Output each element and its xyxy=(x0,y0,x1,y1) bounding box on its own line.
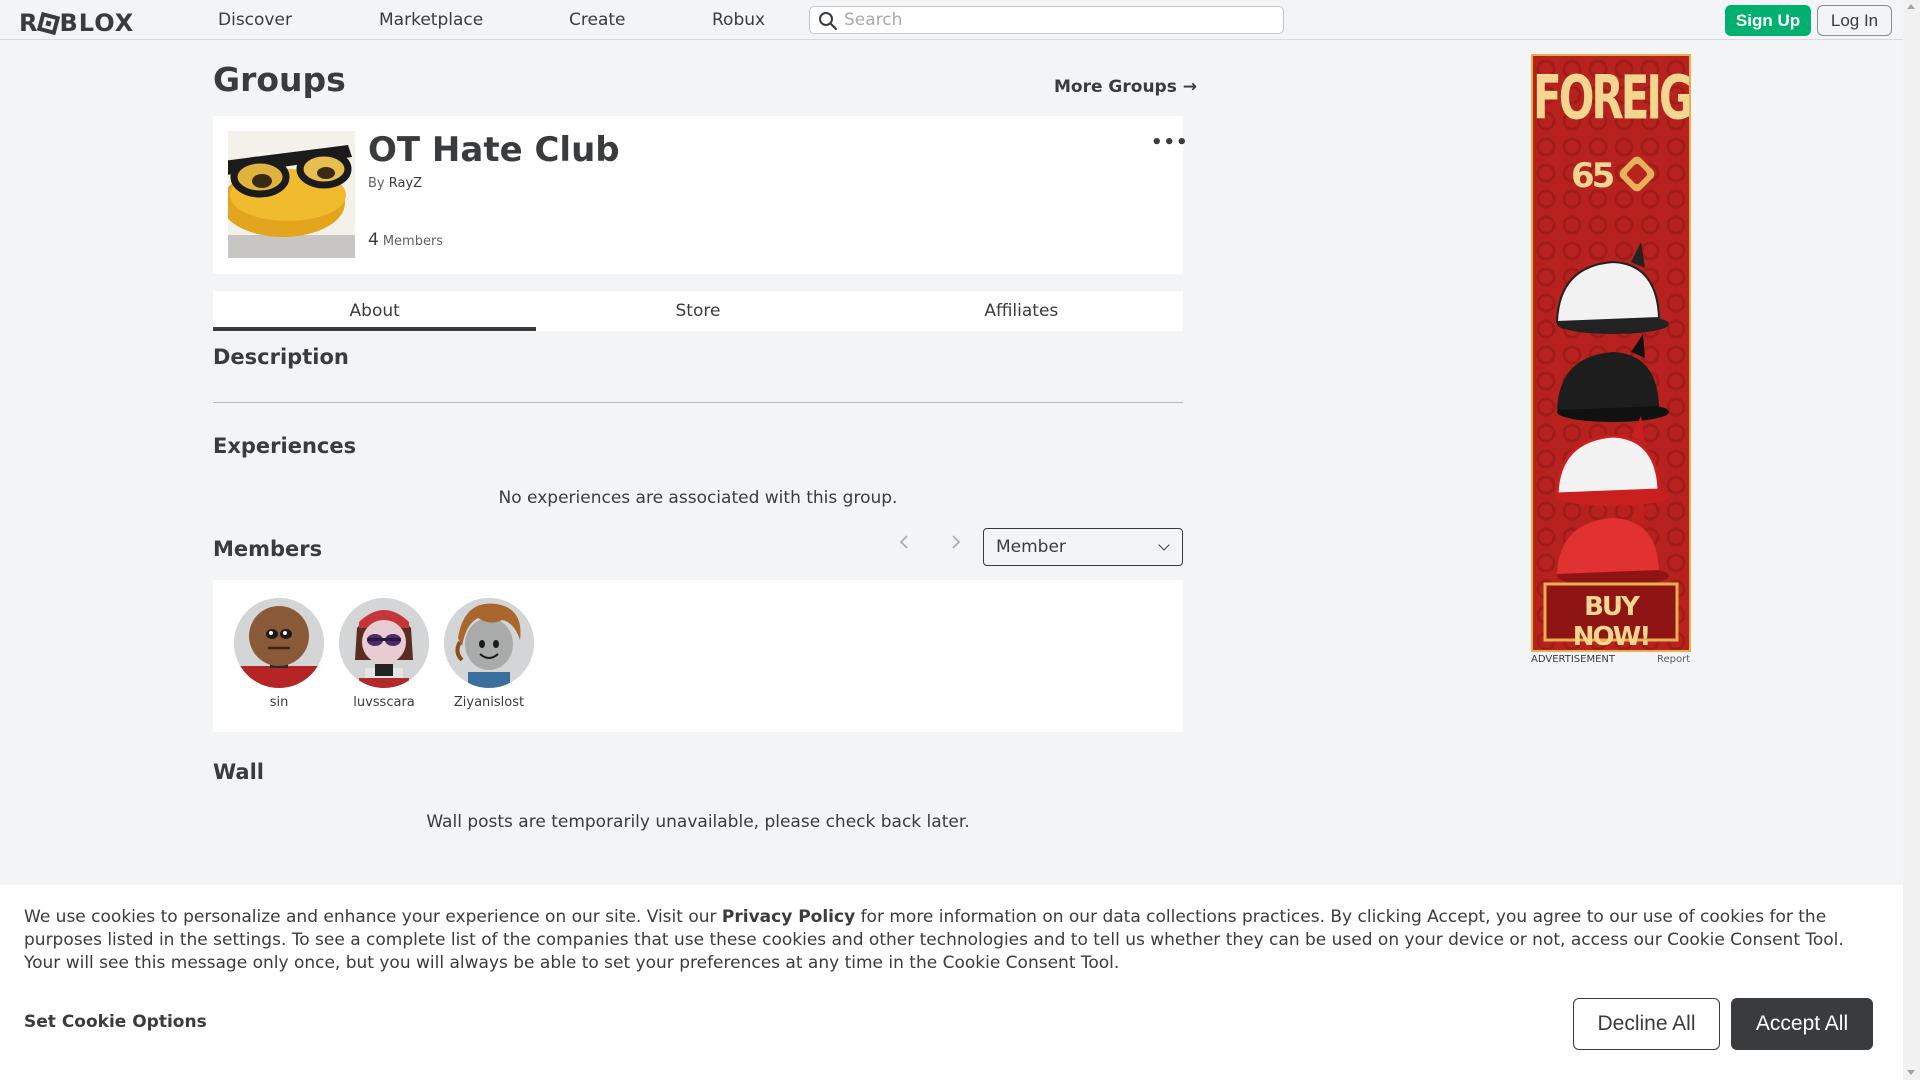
ad-report-link[interactable]: Report xyxy=(1657,654,1690,665)
experiences-empty-message: No experiences are associated with this … xyxy=(498,488,898,508)
group-emblem-graphic xyxy=(228,131,355,258)
signup-button[interactable]: Sign Up xyxy=(1725,5,1811,36)
wall-unavailable-message: Wall posts are temporarily unavailable, … xyxy=(426,812,970,832)
decline-all-button[interactable]: Decline All xyxy=(1573,998,1720,1050)
description-divider xyxy=(213,402,1183,403)
member-card[interactable]: luvsscara xyxy=(339,598,429,710)
group-owner-line: By RayZ xyxy=(368,176,422,191)
ad-cta: BUY NOW! xyxy=(1572,592,1651,652)
members-heading: Members xyxy=(213,537,323,561)
ad-price: 65 xyxy=(1571,156,1615,196)
search-input[interactable] xyxy=(844,9,1274,31)
group-header-card: OT Hate Club By RayZ 4 Members ••• xyxy=(213,116,1188,274)
search-box[interactable] xyxy=(809,6,1284,34)
group-tabs: About Store Affiliates xyxy=(213,291,1183,331)
more-options-icon[interactable]: ••• xyxy=(1151,132,1189,153)
page-scrollbar[interactable] xyxy=(1903,0,1920,1080)
nav-robux[interactable]: Robux xyxy=(712,10,765,30)
members-prev-page-icon[interactable] xyxy=(894,534,914,558)
group-emblem-image xyxy=(228,131,355,258)
nav-marketplace[interactable]: Marketplace xyxy=(379,10,483,30)
group-member-count: 4 Members xyxy=(368,230,443,250)
member-role-dropdown[interactable]: Member xyxy=(983,528,1183,566)
top-navigation-bar: R BLOX Discover Marketplace Create Robux … xyxy=(0,0,1903,40)
scroll-down-arrow-icon[interactable] xyxy=(1907,1070,1915,1075)
ad-headline: FOREIGN xyxy=(1533,62,1691,134)
set-cookie-options-link[interactable]: Set Cookie Options xyxy=(24,1012,207,1032)
member-count-label: Members xyxy=(382,234,444,249)
member-card[interactable]: sin xyxy=(234,598,324,710)
member-username[interactable]: luvsscara xyxy=(339,695,429,710)
roblox-logo[interactable]: R BLOX xyxy=(19,9,134,37)
cookie-message: We use cookies to personalize and enhanc… xyxy=(24,906,1884,975)
experiences-heading: Experiences xyxy=(213,434,357,458)
member-username[interactable]: sin xyxy=(234,695,324,710)
by-prefix: By xyxy=(368,176,385,191)
member-avatar[interactable] xyxy=(339,598,429,688)
search-icon xyxy=(819,12,838,31)
nav-create[interactable]: Create xyxy=(569,10,626,30)
cookie-consent-banner: We use cookies to personalize and enhanc… xyxy=(0,885,1903,1080)
ad-artwork xyxy=(1533,56,1689,650)
members-list: sin luvsscara Ziyanislost xyxy=(213,580,1183,732)
tab-about[interactable]: About xyxy=(213,291,537,331)
cookie-text-before: We use cookies to personalize and enhanc… xyxy=(24,907,722,927)
accept-all-button[interactable]: Accept All xyxy=(1731,998,1873,1050)
group-name: OT Hate Club xyxy=(368,130,620,170)
ad-label: ADVERTISEMENT xyxy=(1531,654,1616,665)
login-button[interactable]: Log In xyxy=(1817,5,1892,36)
advertisement-banner[interactable]: FOREIGN 65 BUY NOW! xyxy=(1531,54,1691,652)
description-heading: Description xyxy=(213,345,349,369)
member-avatar[interactable] xyxy=(234,598,324,688)
member-count-value: 4 xyxy=(368,230,379,250)
member-username[interactable]: Ziyanislost xyxy=(444,695,534,710)
page-title: Groups xyxy=(213,60,346,99)
tab-store[interactable]: Store xyxy=(536,291,859,331)
members-next-page-icon[interactable] xyxy=(946,534,966,558)
privacy-policy-link[interactable]: Privacy Policy xyxy=(722,907,855,927)
nav-discover[interactable]: Discover xyxy=(218,10,292,30)
member-card[interactable]: Ziyanislost xyxy=(444,598,534,710)
tab-affiliates[interactable]: Affiliates xyxy=(860,291,1183,331)
member-avatar[interactable] xyxy=(444,598,534,688)
scroll-up-arrow-icon[interactable] xyxy=(1907,4,1915,9)
group-owner-link[interactable]: RayZ xyxy=(389,176,422,191)
wall-heading: Wall xyxy=(213,760,264,784)
more-groups-link[interactable]: More Groups → xyxy=(1054,77,1197,97)
role-selected-value: Member xyxy=(996,537,1066,557)
chevron-down-icon xyxy=(1158,539,1170,551)
